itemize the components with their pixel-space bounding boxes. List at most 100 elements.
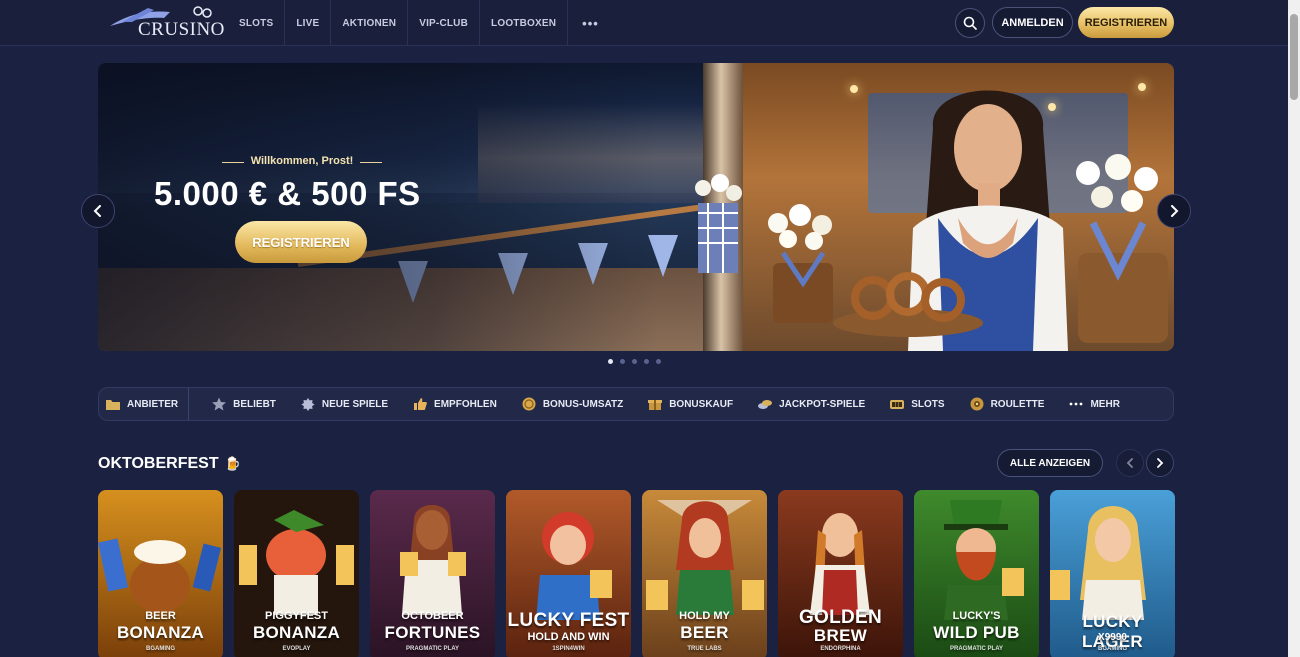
game-title-line2: BREW: [813, 626, 868, 645]
game-tile-lucky-fest[interactable]: LUCKY FEST HOLD AND WIN 1SPIN4WIN: [506, 490, 631, 657]
logo-text: CRUSINO: [138, 19, 225, 40]
category-label: SLOTS: [911, 398, 945, 410]
roulette-icon: [970, 397, 984, 411]
pretzels-tray-image: [833, 272, 983, 337]
section-title: OKTOBERFEST 🍺: [98, 455, 241, 473]
chevron-right-icon: [1157, 458, 1164, 468]
category-label: MEHR: [1090, 398, 1120, 410]
search-icon: [963, 16, 977, 30]
nav-live[interactable]: LIVE: [285, 0, 332, 46]
category-label: JACKPOT-SPIELE: [779, 398, 866, 410]
hero-eyebrow: Willkommen, Prost!: [222, 155, 382, 167]
game-title-line2: FORTUNES: [384, 623, 481, 642]
game-tile-piggyfest-bonanza[interactable]: PIGGYFEST BONANZA EVOPLAY: [234, 490, 359, 657]
search-button[interactable]: [955, 8, 985, 38]
jackpot-icon: [758, 400, 773, 409]
category-label: BONUS-UMSATZ: [542, 398, 624, 410]
chevron-left-icon: [1126, 458, 1133, 468]
category-label: NEUE SPIELE: [321, 398, 389, 410]
gift-box-icon: [648, 400, 663, 410]
category-label: ANBIETER: [127, 398, 179, 410]
main-nav: SLOTS LIVE AKTIONEN VIP-CLUB LOOTBOXEN •…: [228, 0, 613, 46]
hero-dot-4[interactable]: [644, 359, 649, 364]
scrollbar-thumb[interactable]: [1290, 14, 1298, 100]
nav-slots[interactable]: SLOTS: [228, 0, 286, 46]
category-mehr[interactable]: MEHR: [1056, 387, 1131, 421]
chevron-left-icon: [93, 205, 101, 217]
nav-lootboxen[interactable]: LOOTBOXEN: [480, 0, 569, 46]
hero-lamp: [850, 85, 858, 93]
game-tile-hold-my-beer[interactable]: HOLD MY BEER TRUE LABS: [642, 490, 767, 657]
coin-icon: [522, 397, 536, 411]
view-all-button[interactable]: ALLE ANZEIGEN: [997, 449, 1103, 477]
game-tile-golden-brew[interactable]: GOLDEN BREW ENDORPHINA: [778, 490, 903, 657]
category-anbieter[interactable]: ANBIETER: [99, 387, 190, 421]
game-title-line1: LUCKY FEST: [507, 610, 630, 631]
game-provider: TRUE LABS: [687, 646, 722, 652]
games-next-button[interactable]: [1146, 449, 1174, 477]
game-provider: 1SPIN4WIN: [552, 646, 585, 652]
hero-dot-2[interactable]: [620, 359, 625, 364]
game-title-line1: PIGGYFEST: [265, 610, 328, 622]
new-badge-icon: [301, 398, 315, 411]
game-provider: BGAMING: [1098, 646, 1127, 652]
game-tile-beer-bonanza[interactable]: BEER BONANZA BGAMING: [98, 490, 223, 657]
folder-icon: [106, 400, 120, 410]
game-title-line1: OCTOBEER: [401, 610, 464, 622]
hero-dot-3[interactable]: [632, 359, 637, 364]
game-tile-lucky-lager[interactable]: LUCKY LAGER X9990 BGAMING: [1050, 490, 1175, 657]
hero-dot-5[interactable]: [656, 359, 661, 364]
hero-headline: 5.000 € & 500 FS: [154, 175, 421, 212]
category-label: BELIEBT: [233, 398, 276, 410]
game-title-line2: HOLD AND WIN: [527, 631, 610, 643]
hero-prev-button[interactable]: [81, 194, 115, 228]
crusino-logo[interactable]: CRUSINO: [108, 4, 224, 40]
game-title-line2: BEER: [680, 623, 729, 642]
slot-machine-icon: [890, 400, 905, 409]
game-title-line1: LUCKY'S: [952, 610, 1001, 622]
game-tile-luckys-wild-pub[interactable]: LUCKY'S WILD PUB PRAGMATIC PLAY: [914, 490, 1039, 657]
category-empfohlen[interactable]: EMPFOHLEN: [400, 387, 509, 421]
category-bonus-umsatz[interactable]: BONUS-UMSATZ: [509, 387, 635, 421]
category-bonuskauf[interactable]: BONUSKAUF: [635, 387, 745, 421]
game-title-line2: BONANZA: [116, 623, 205, 642]
category-slots[interactable]: SLOTS: [877, 387, 956, 421]
game-title-line1: HOLD MY: [679, 610, 730, 622]
hero-lamp: [1138, 83, 1146, 91]
register-button[interactable]: REGISTRIEREN: [1078, 7, 1174, 38]
thumbs-up-icon: [414, 398, 427, 410]
category-label: EMPFOHLEN: [434, 398, 497, 410]
more-dots-icon: [1070, 402, 1083, 406]
game-provider: BGAMING: [146, 646, 175, 652]
games-prev-button[interactable]: [1116, 449, 1144, 477]
game-provider: PRAGMATIC PLAY: [949, 646, 1003, 652]
page-scrollbar[interactable]: [1288, 0, 1300, 657]
chevron-right-icon: [1171, 205, 1179, 217]
flower-bouquet-image: [695, 174, 742, 273]
game-provider: EVOPLAY: [282, 646, 311, 652]
beer-mug-icon: 🍺: [224, 456, 241, 471]
game-tile-octobeer-fortunes[interactable]: OCTOBEER FORTUNES PRAGMATIC PLAY: [370, 490, 495, 657]
hero-banner[interactable]: Willkommen, Prost! 5.000 € & 500 FS REGI…: [98, 63, 1174, 351]
category-roulette[interactable]: ROULETTE: [957, 387, 1057, 421]
game-provider: ENDORPHINA: [820, 646, 861, 652]
hero-register-button[interactable]: REGISTRIEREN: [235, 221, 367, 263]
category-label: BONUSKAUF: [669, 398, 734, 410]
category-bar: ANBIETER BELIEBT NEUE SPIELE EMPFOHLEN B…: [98, 387, 1174, 421]
nav-more-menu[interactable]: •••: [568, 0, 613, 46]
nav-vip-club[interactable]: VIP-CLUB: [408, 0, 481, 46]
hero-dot-1[interactable]: [608, 359, 613, 364]
hero-pagination: [608, 359, 661, 364]
login-button[interactable]: ANMELDEN: [992, 7, 1073, 38]
category-jackpot-spiele[interactable]: JACKPOT-SPIELE: [745, 387, 877, 421]
game-tiles-row: BEER BONANZA BGAMING PIGGYFEST BONANZA E…: [98, 490, 1175, 657]
game-title-line2: X9990: [1098, 632, 1127, 643]
game-title-line2: BONANZA: [252, 623, 341, 642]
nav-aktionen[interactable]: AKTIONEN: [331, 0, 409, 46]
category-beliebt[interactable]: BELIEBT: [189, 387, 288, 421]
top-header: CRUSINO SLOTS LIVE AKTIONEN VIP-CLUB LOO…: [0, 0, 1288, 46]
game-provider: PRAGMATIC PLAY: [405, 646, 459, 652]
game-title-line1: BEER: [145, 610, 176, 622]
category-neue-spiele[interactable]: NEUE SPIELE: [288, 387, 400, 421]
hero-next-button[interactable]: [1157, 194, 1191, 228]
